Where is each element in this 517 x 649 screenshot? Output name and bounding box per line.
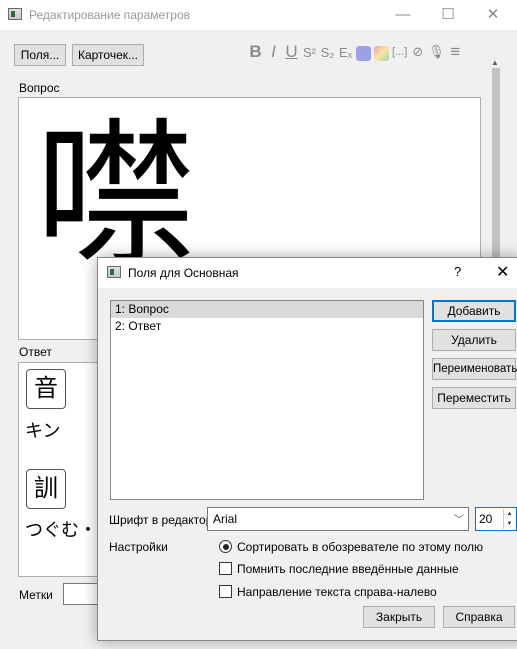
window-title: Редактирование параметров bbox=[29, 8, 191, 22]
fields-list[interactable]: 1: Вопрос 2: Ответ bbox=[110, 300, 424, 500]
reposition-field-button[interactable]: Переместить bbox=[432, 387, 516, 409]
subscript-icon[interactable]: S₂ bbox=[320, 45, 335, 60]
rename-field-button[interactable]: Переименовать bbox=[432, 358, 517, 380]
title-bar: Редактирование параметров — ☐ ✕ bbox=[0, 0, 517, 30]
clear-format-icon[interactable]: Eₓ bbox=[338, 45, 353, 60]
chevron-down-icon: ﹀ bbox=[454, 515, 464, 526]
dialog-title-bar: Поля для Основная ? ✕ bbox=[98, 258, 517, 288]
answer-label: Ответ bbox=[19, 345, 52, 359]
cards-button[interactable]: Карточек... bbox=[72, 44, 144, 66]
app-icon bbox=[8, 8, 22, 20]
fields-button[interactable]: Поля... bbox=[14, 44, 66, 66]
question-content: 噤 bbox=[35, 102, 196, 289]
font-value: Arial bbox=[213, 512, 238, 526]
text-color-icon[interactable] bbox=[356, 45, 371, 61]
microphone-icon[interactable]: 🎙 bbox=[428, 44, 445, 60]
maximize-button[interactable]: ☐ bbox=[428, 4, 468, 26]
bold-icon[interactable]: B bbox=[248, 42, 263, 62]
dialog-help-action-button[interactable]: Справка bbox=[443, 606, 515, 628]
spin-arrows-icon[interactable]: ▲ ▼ bbox=[503, 509, 515, 529]
remember-option-label: Помнить последние введённые данные bbox=[237, 562, 459, 576]
font-size-spinbox[interactable]: 20 ▲ ▼ bbox=[475, 507, 517, 531]
dialog-close-button[interactable]: ✕ bbox=[496, 262, 509, 282]
answer-kunyomi-reading: つぐむ・ bbox=[25, 520, 97, 540]
font-label: Шрифт в редакторе bbox=[109, 513, 220, 527]
dialog-close-action-button[interactable]: Закрыть bbox=[363, 606, 435, 628]
sort-radio[interactable] bbox=[219, 540, 232, 553]
answer-editor[interactable]: 音 キン 訓 つぐむ・ bbox=[18, 362, 108, 577]
field-item-answer[interactable]: 2: Ответ bbox=[111, 318, 423, 335]
answer-onyomi-reading: キン bbox=[25, 421, 61, 441]
sort-option-label: Сортировать в обозревателе по этому полю bbox=[237, 540, 483, 554]
remember-checkbox[interactable] bbox=[219, 562, 232, 575]
rtl-option-label: Направление текста справа-налево bbox=[237, 585, 437, 599]
dialog-app-icon bbox=[107, 266, 121, 278]
cloze-icon[interactable]: [...] bbox=[392, 46, 407, 58]
superscript-icon[interactable]: S² bbox=[302, 45, 317, 60]
scroll-up-icon[interactable]: ▲ bbox=[491, 58, 499, 67]
menu-icon[interactable]: ≡ bbox=[448, 42, 463, 62]
attach-icon[interactable]: ⊘ bbox=[410, 44, 425, 60]
tags-label: Метки bbox=[19, 588, 53, 602]
field-item-question[interactable]: 1: Вопрос bbox=[111, 301, 423, 318]
format-toolbar: B I U S² S₂ Eₓ [...] ⊘ 🎙 ≡ bbox=[248, 41, 463, 63]
font-size-value: 20 bbox=[479, 512, 493, 526]
fields-dialog: Поля для Основная ? ✕ 1: Вопрос 2: Ответ… bbox=[97, 257, 517, 641]
add-field-button[interactable]: Добавить bbox=[432, 300, 516, 322]
minimize-button[interactable]: — bbox=[383, 4, 423, 26]
answer-kunyomi-kanji: 訓 bbox=[26, 469, 66, 509]
rtl-checkbox[interactable] bbox=[219, 585, 232, 598]
highlight-color-icon[interactable] bbox=[374, 45, 389, 61]
question-label: Вопрос bbox=[19, 81, 60, 95]
font-combobox[interactable]: Arial ﹀ bbox=[207, 507, 469, 531]
answer-onyomi-kanji: 音 bbox=[26, 369, 66, 409]
delete-field-button[interactable]: Удалить bbox=[432, 329, 516, 351]
options-label: Настройки bbox=[109, 540, 168, 554]
underline-icon[interactable]: U bbox=[284, 42, 299, 62]
italic-icon[interactable]: I bbox=[266, 42, 281, 62]
close-button[interactable]: ✕ bbox=[473, 4, 513, 26]
dialog-help-button[interactable]: ? bbox=[454, 264, 461, 279]
dialog-title: Поля для Основная bbox=[128, 266, 239, 280]
